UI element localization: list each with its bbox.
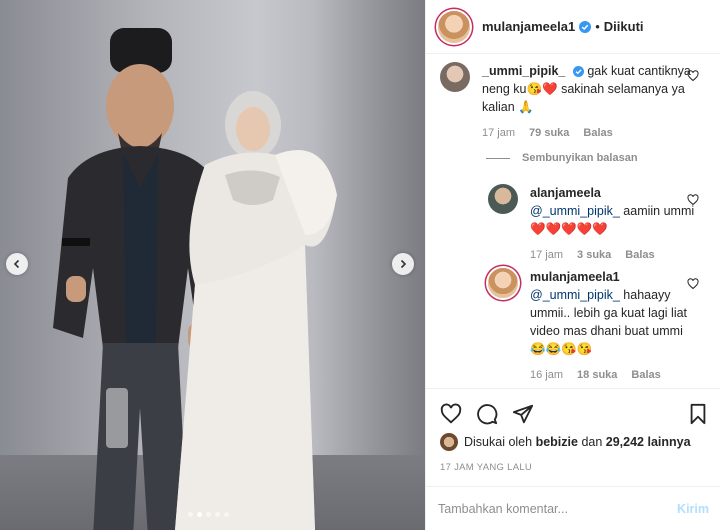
reply-time[interactable]: 17 jam [530, 246, 563, 264]
likes-prefix: Disukai oleh [464, 435, 533, 449]
reply-meta: 17 jam 3 suka Balas [530, 246, 700, 264]
add-comment-bar: Kirim [426, 486, 720, 530]
heart-icon[interactable] [687, 194, 699, 206]
reply-item: alanjameela @_ummi_pipik_ aamiin ummi ❤️… [488, 184, 700, 264]
carousel-prev-button[interactable] [6, 253, 28, 275]
verified-icon [572, 66, 584, 78]
reply-item: mulanjameela1 @_ummi_pipik_ hahaayy ummi… [488, 268, 700, 384]
carousel-indicator [188, 512, 229, 517]
reply-reply-button[interactable]: Balas [631, 366, 660, 384]
chevron-right-icon [400, 259, 407, 269]
heart-icon[interactable] [440, 403, 462, 425]
comment-icon[interactable] [476, 403, 498, 425]
reply-username[interactable]: mulanjameela1 [530, 270, 620, 284]
carousel-dot [206, 512, 211, 517]
replies-divider-line [486, 157, 510, 159]
comment-body: _ummi_pipik_ gak kuat cantiknya neng ku😘… [482, 62, 697, 142]
reply-meta: 16 jam 18 suka Balas [530, 366, 700, 384]
comment-likes[interactable]: 79 suka [529, 124, 569, 142]
hide-replies-toggle[interactable]: Sembunyikan balasan [486, 152, 638, 164]
heart-icon[interactable] [687, 70, 699, 82]
carousel-next-button[interactable] [392, 253, 414, 275]
commenter-avatar[interactable] [440, 62, 470, 92]
reply-time[interactable]: 16 jam [530, 366, 563, 384]
likes-count[interactable]: 29,242 lainnya [606, 435, 691, 449]
post-photo[interactable] [0, 0, 425, 530]
reply-likes[interactable]: 18 suka [577, 366, 617, 384]
post-comment-button[interactable]: Kirim [677, 502, 709, 516]
hide-replies-label: Sembunyikan balasan [522, 152, 638, 164]
carousel-dot [188, 512, 193, 517]
likes-middle: dan [581, 435, 603, 449]
likes-summary: Disukai oleh bebizie dan 29,242 lainnya [440, 433, 691, 451]
liker-avatar[interactable] [440, 433, 458, 451]
liker-username[interactable]: bebizie [536, 435, 578, 449]
post-side-panel: mulanjameela1 • Diikuti _ummi_pipik_ gak… [425, 0, 720, 530]
carousel-dot [224, 512, 229, 517]
reply-body: mulanjameela1 @_ummi_pipik_ hahaayy ummi… [530, 268, 700, 384]
post-timestamp[interactable]: 17 JAM YANG LALU [440, 462, 532, 473]
reply-mention[interactable]: @_ummi_pipik_ [530, 288, 620, 302]
comment-reply-button[interactable]: Balas [583, 124, 612, 142]
reply-avatar[interactable] [488, 268, 518, 298]
comment-item: _ummi_pipik_ gak kuat cantiknya neng ku😘… [440, 62, 697, 142]
post-header: mulanjameela1 • Diikuti [426, 0, 720, 54]
carousel-dot-active [197, 512, 202, 517]
reply-avatar[interactable] [488, 184, 518, 214]
reply-reply-button[interactable]: Balas [625, 246, 654, 264]
bookmark-icon[interactable] [688, 403, 708, 425]
heart-icon[interactable] [687, 278, 699, 290]
comment-input[interactable] [438, 501, 678, 516]
comment-username[interactable]: _ummi_pipik_ [482, 64, 565, 78]
comment-time[interactable]: 17 jam [482, 124, 515, 142]
share-icon[interactable] [512, 403, 534, 425]
comment-meta: 17 jam 79 suka Balas [482, 124, 697, 142]
header-separator: • [595, 19, 600, 34]
chevron-left-icon [13, 259, 20, 269]
verified-icon [579, 20, 592, 33]
author-avatar[interactable] [438, 10, 470, 43]
author-username[interactable]: mulanjameela1 [482, 19, 575, 34]
reply-body: alanjameela @_ummi_pipik_ aamiin ummi ❤️… [530, 184, 700, 264]
reply-username[interactable]: alanjameela [530, 186, 601, 200]
carousel-dot [215, 512, 220, 517]
follow-status-button[interactable]: Diikuti [604, 19, 644, 34]
reply-mention[interactable]: @_ummi_pipik_ [530, 204, 620, 218]
woman-figure [175, 91, 337, 530]
comments-list: _ummi_pipik_ gak kuat cantiknya neng ku😘… [426, 54, 720, 388]
reply-likes[interactable]: 3 suka [577, 246, 611, 264]
